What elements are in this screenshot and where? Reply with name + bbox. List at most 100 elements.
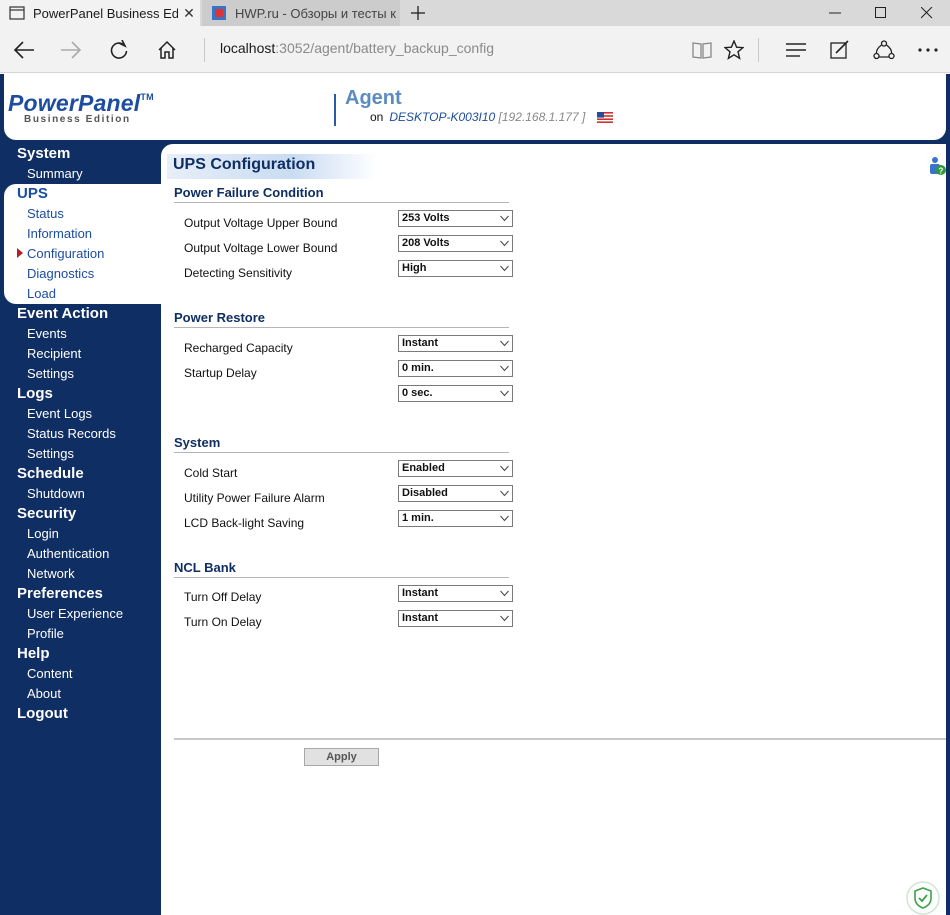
page-icon: [9, 6, 25, 20]
sidebar-item-network[interactable]: Network: [27, 566, 75, 581]
sidebar-item-diagnostics[interactable]: Diagnostics: [27, 266, 94, 281]
chevron-down-icon: [500, 390, 509, 397]
sidebar-item-authentication[interactable]: Authentication: [27, 546, 109, 561]
us-flag-icon: [596, 112, 613, 124]
turn-on-delay-select[interactable]: Instant: [398, 610, 513, 627]
maximize-button[interactable]: [858, 0, 904, 26]
reading-view-button[interactable]: [686, 34, 718, 66]
lcd-saving-select[interactable]: 1 min.: [398, 510, 513, 527]
logo-text: PowerPanel: [8, 90, 141, 116]
sidebar-item-configuration[interactable]: Configuration: [27, 246, 104, 261]
select-value: 208 Volts: [402, 237, 450, 249]
select-value: Disabled: [402, 487, 448, 499]
section-rule: [174, 452, 509, 453]
upper-bound-select[interactable]: 253 Volts: [398, 210, 513, 227]
refresh-button[interactable]: [103, 34, 135, 66]
nav-head-ups[interactable]: UPS: [17, 185, 48, 202]
plus-icon: [411, 6, 425, 20]
book-icon: [692, 42, 712, 59]
nav-head-schedule[interactable]: Schedule: [17, 465, 84, 482]
section-power-restore: Power Restore: [174, 310, 266, 325]
sensitivity-label: Detecting Sensitivity: [184, 266, 293, 280]
new-tab-button[interactable]: [406, 2, 430, 24]
favorite-button[interactable]: [718, 34, 750, 66]
select-value: 253 Volts: [402, 212, 450, 224]
web-note-button[interactable]: [824, 34, 856, 66]
tab-hwp[interactable]: HWP.ru - Обзоры и тесты к: [202, 0, 400, 26]
svg-text:?: ?: [939, 167, 944, 176]
shield-check-icon[interactable]: [906, 881, 940, 915]
ups-nav-group: UPS Status Information Configuration Dia…: [4, 184, 161, 304]
apply-button[interactable]: Apply: [304, 748, 379, 766]
upper-bound-label: Output Voltage Upper Bound: [184, 216, 338, 230]
lower-bound-select[interactable]: 208 Volts: [398, 235, 513, 252]
share-button[interactable]: [868, 34, 900, 66]
sidebar-item-events[interactable]: Events: [27, 326, 67, 341]
close-icon[interactable]: ✕: [178, 5, 200, 22]
sidebar-item-status-records[interactable]: Status Records: [27, 426, 116, 441]
select-value: 1 min.: [402, 512, 434, 524]
sidebar-item-event-logs[interactable]: Event Logs: [27, 406, 92, 421]
back-button[interactable]: [8, 34, 40, 66]
close-icon: [921, 7, 933, 19]
chevron-down-icon: [500, 215, 509, 222]
cold-start-select[interactable]: Enabled: [398, 460, 513, 477]
startup-delay-min-select[interactable]: 0 min.: [398, 360, 513, 377]
tab-powerpanel[interactable]: PowerPanel Business Ed ✕: [0, 0, 200, 26]
turn-off-delay-label: Turn Off Delay: [184, 590, 262, 604]
nav-head-security[interactable]: Security: [17, 505, 76, 522]
chevron-down-icon: [500, 265, 509, 272]
agent-title: Agent: [345, 87, 402, 109]
recharged-capacity-label: Recharged Capacity: [184, 341, 293, 355]
sidebar-item-load[interactable]: Load: [27, 286, 56, 301]
chevron-down-icon: [500, 340, 509, 347]
sidebar-item-user-experience[interactable]: User Experience: [27, 606, 123, 621]
select-value: Instant: [402, 612, 439, 624]
recharged-capacity-select[interactable]: Instant: [398, 335, 513, 352]
address-host: localhost: [220, 40, 276, 56]
failure-alarm-select[interactable]: Disabled: [398, 485, 513, 502]
host-name: DESKTOP-K003I10: [389, 110, 496, 124]
sensitivity-select[interactable]: High: [398, 260, 513, 277]
hub-button[interactable]: [780, 34, 812, 66]
help-user-icon[interactable]: ?: [928, 156, 946, 176]
select-value: Instant: [402, 587, 439, 599]
sidebar-item-status[interactable]: Status: [27, 206, 64, 221]
tab-title: PowerPanel Business Ed: [33, 5, 178, 21]
star-icon: [724, 40, 744, 60]
sidebar-item-log-settings[interactable]: Settings: [27, 446, 74, 461]
sidebar-item-login[interactable]: Login: [27, 526, 59, 541]
arrow-right-icon: [61, 41, 82, 59]
nav-head-help[interactable]: Help: [17, 645, 50, 662]
nav-head-system[interactable]: System: [17, 145, 70, 162]
sidebar-item-information[interactable]: Information: [27, 226, 92, 241]
sidebar-item-content[interactable]: Content: [27, 666, 73, 681]
sidebar-nav: System Summary UPS Status Information Co…: [0, 144, 161, 915]
hwp-favicon-icon: [212, 6, 226, 20]
nav-head-preferences[interactable]: Preferences: [17, 585, 103, 602]
startup-delay-sec-select[interactable]: 0 sec.: [398, 385, 513, 402]
more-button[interactable]: [912, 34, 944, 66]
sidebar-item-about[interactable]: About: [27, 686, 61, 701]
home-icon: [158, 40, 176, 59]
home-button[interactable]: [151, 34, 183, 66]
window-close-button[interactable]: [904, 0, 950, 26]
select-value: Enabled: [402, 462, 445, 474]
sidebar-item-summary[interactable]: Summary: [27, 166, 83, 181]
chevron-down-icon: [500, 465, 509, 472]
sidebar-item-profile[interactable]: Profile: [27, 626, 64, 641]
sidebar-item-recipient[interactable]: Recipient: [27, 346, 81, 361]
turn-off-delay-select[interactable]: Instant: [398, 585, 513, 602]
nav-head-event-action[interactable]: Event Action: [17, 305, 108, 322]
nav-head-logout[interactable]: Logout: [17, 705, 68, 722]
address-bar[interactable]: localhost:3052/agent/battery_backup_conf…: [220, 40, 494, 56]
chevron-down-icon: [500, 490, 509, 497]
sidebar-item-event-settings[interactable]: Settings: [27, 366, 74, 381]
forward-button[interactable]: [55, 34, 87, 66]
sidebar-item-shutdown[interactable]: Shutdown: [27, 486, 85, 501]
failure-alarm-label: Utility Power Failure Alarm: [184, 491, 325, 505]
nav-head-logs[interactable]: Logs: [17, 385, 53, 402]
minimize-button[interactable]: [812, 0, 858, 26]
on-label: on: [370, 110, 384, 124]
browser-nav-bar: localhost:3052/agent/battery_backup_conf…: [0, 26, 950, 73]
